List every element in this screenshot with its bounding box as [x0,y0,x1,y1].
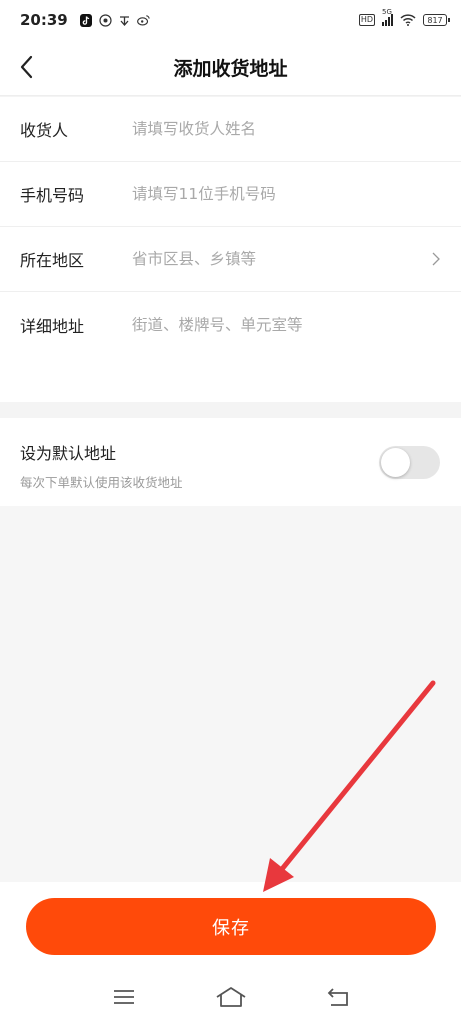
wifi-icon [400,11,416,30]
tiktok-icon [80,13,93,27]
toggle-knob [381,448,410,477]
region-row[interactable]: 所在地区 [0,227,461,292]
phone-label: 手机号码 [20,186,85,205]
page-title: 添加收货地址 [173,58,288,80]
default-address-toggle[interactable] [379,446,440,479]
detail-address-row: 详细地址 [0,292,461,357]
battery-level: 817 [427,15,443,25]
phone-input[interactable] [132,185,441,203]
battery-icon: 817 [423,14,450,26]
default-address-title: 设为默认地址 [20,444,117,463]
weibo-icon [136,14,150,27]
detail-address-label: 详细地址 [20,316,85,336]
detail-address-input[interactable] [132,315,441,334]
menu-icon[interactable] [107,982,141,1012]
content-spacer [0,506,461,882]
back-icon[interactable] [321,982,355,1012]
address-form: 收货人 手机号码 所在地区 详细地址 [0,97,461,402]
app-icon [99,13,112,27]
recipient-label: 收货人 [20,121,69,140]
signal-icon: 5G [382,8,393,26]
hd-badge: HD [358,14,375,26]
add-address-screen: 20:39 HD 5G 817 添加收货地址 收货人 请填写收货人姓名 手机号码… [0,0,461,1024]
status-time: 20:39 [20,11,68,29]
region-input[interactable] [132,250,441,268]
home-icon[interactable] [214,982,248,1012]
back-button[interactable] [12,52,42,82]
phone-row: 手机号码 [0,162,461,227]
status-bar: 20:39 HD 5G 817 [0,0,461,40]
default-address-subtitle: 每次下单默认使用该收货地址 [20,475,183,490]
app-icon [118,14,131,27]
status-indicators: HD 5G 817 [358,8,450,30]
chevron-left-icon [20,55,33,79]
system-nav-bar [0,970,461,1024]
app-header: 添加收货地址 [0,40,461,96]
network-type: 5G [382,8,392,16]
recipient-input[interactable] [132,120,441,138]
region-label: 所在地区 [20,251,85,270]
recipient-row: 收货人 [0,97,461,162]
default-address-section: 设为默认地址 每次下单默认使用该收货地址 [0,418,461,506]
status-app-icons [80,13,150,27]
save-button[interactable]: 保存 [26,898,436,955]
chevron-right-icon [432,252,440,266]
